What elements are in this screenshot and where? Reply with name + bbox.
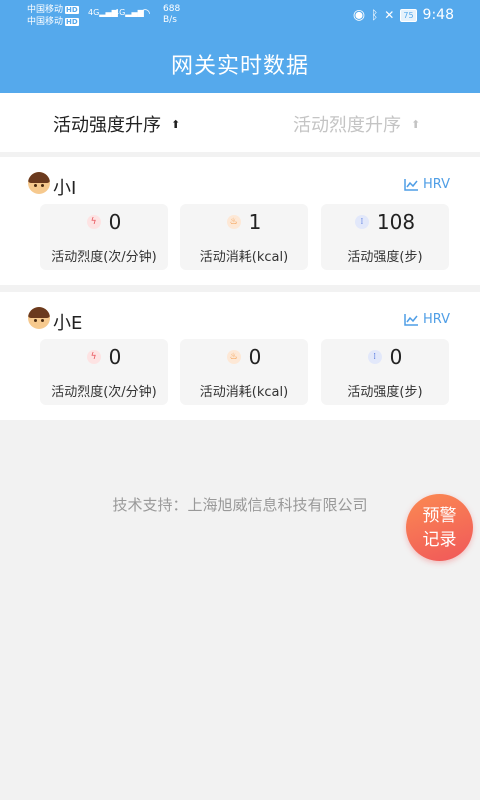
fab-line-2: 记录 [422, 529, 457, 550]
carrier-name-2: 中国移动 [27, 17, 64, 27]
metric-value: 0 [389, 345, 403, 369]
carrier-name-1: 中国移动 [27, 5, 64, 15]
hrv-label: HRV [423, 177, 450, 192]
bluetooth-icon: ᛒ [371, 8, 379, 22]
lightning-icon: ϟ [86, 215, 101, 229]
footprint-icon: ⁞ [367, 350, 382, 364]
metric-severity: ϟ0 活动烈度(次/分钟) [40, 204, 168, 270]
metric-value: 0 [108, 345, 122, 369]
metric-label: 活动消耗(kcal) [199, 250, 289, 265]
battery-icon: 75 [400, 8, 417, 22]
status-bar: 中国移动 HD 中国移动 HD 4G▂▄▆ 4G▂▄▆ ◠ 688 B/s ◉ ᛒ … [0, 0, 480, 34]
network-type: 4G [88, 8, 100, 17]
metric-calories: ♨ 1 活动消耗(kcal) [180, 204, 308, 270]
page-title: 网关实时数据 [170, 54, 309, 79]
avatar [28, 307, 50, 329]
speed-value: 688 [163, 4, 181, 14]
metric-value: 1 [248, 210, 262, 234]
sort-label: 活动烈度升序 [293, 115, 401, 136]
metric-value: 108 [376, 210, 416, 234]
arrow-up-icon: ⬆ [411, 117, 421, 131]
flame-icon: ♨ [226, 350, 241, 364]
lightning-icon: ϟ [86, 350, 101, 364]
member-name: 小I [53, 178, 77, 199]
network-speed: 688 B/s [163, 4, 180, 26]
hrv-label: HRV [423, 312, 450, 327]
footprint-icon: ⁞ [354, 215, 369, 229]
metric-value: 0 [108, 210, 122, 234]
line-chart-icon [404, 314, 418, 326]
mute-icon: ✕ [384, 8, 395, 22]
metric-intensity: ⁞ 108 活动强度(步) [321, 204, 449, 270]
hd-badge: HD [65, 18, 79, 26]
speed-unit: B/s [163, 15, 177, 25]
hd-badge: HD [65, 6, 79, 14]
avatar [28, 172, 50, 194]
metric-label: 活动强度(步) [347, 250, 423, 265]
metric-label: 活动烈度(次/分钟) [51, 250, 157, 265]
wifi-icon: ◠ [140, 6, 151, 20]
member-card[interactable]: 小I HRV ϟ0 活动烈度(次/分钟) ♨ 1 活动消耗(kcal) ⁞ 108 … [0, 157, 480, 285]
fab-line-1: 预警 [422, 505, 457, 526]
clock: 9:48 [422, 7, 454, 23]
flame-icon: ♨ [226, 215, 241, 229]
member-name: 小E [53, 313, 83, 334]
metric-severity: ϟ0 活动烈度(次/分钟) [40, 339, 168, 405]
metric-intensity: ⁞ 0 活动强度(步) [321, 339, 449, 405]
metric-value: 0 [248, 345, 262, 369]
sort-bar: 活动强度升序 ⬆ 活动烈度升序 ⬆ [0, 93, 480, 152]
eye-icon: ◉ [352, 7, 366, 23]
metric-label: 活动消耗(kcal) [199, 385, 289, 400]
line-chart-icon [404, 179, 418, 191]
sort-activity-severity[interactable]: 活动烈度升序 ⬆ [293, 111, 420, 137]
warning-records-button[interactable]: 预警 记录 [406, 494, 473, 561]
metric-label: 活动烈度(次/分钟) [51, 385, 157, 400]
network-type: 4G [114, 8, 126, 17]
sort-activity-intensity[interactable]: 活动强度升序 ⬆ [53, 111, 180, 137]
status-right: ◉ ᛒ ✕ 75 9:48 [353, 7, 454, 23]
hrv-link[interactable]: HRV [404, 177, 450, 192]
member-card[interactable]: 小E HRV ϟ0 活动烈度(次/分钟) ♨ 0 活动消耗(kcal) ⁞ 0 活动… [0, 292, 480, 420]
app-header: 中国移动 HD 中国移动 HD 4G▂▄▆ 4G▂▄▆ ◠ 688 B/s ◉ ᛒ … [0, 0, 480, 93]
carrier-info: 中国移动 HD 中国移动 HD [27, 4, 79, 28]
hrv-link[interactable]: HRV [404, 312, 450, 327]
arrow-up-icon: ⬆ [171, 117, 181, 131]
sort-label: 活动强度升序 [53, 115, 161, 136]
metric-calories: ♨ 0 活动消耗(kcal) [180, 339, 308, 405]
metric-label: 活动强度(步) [347, 385, 423, 400]
